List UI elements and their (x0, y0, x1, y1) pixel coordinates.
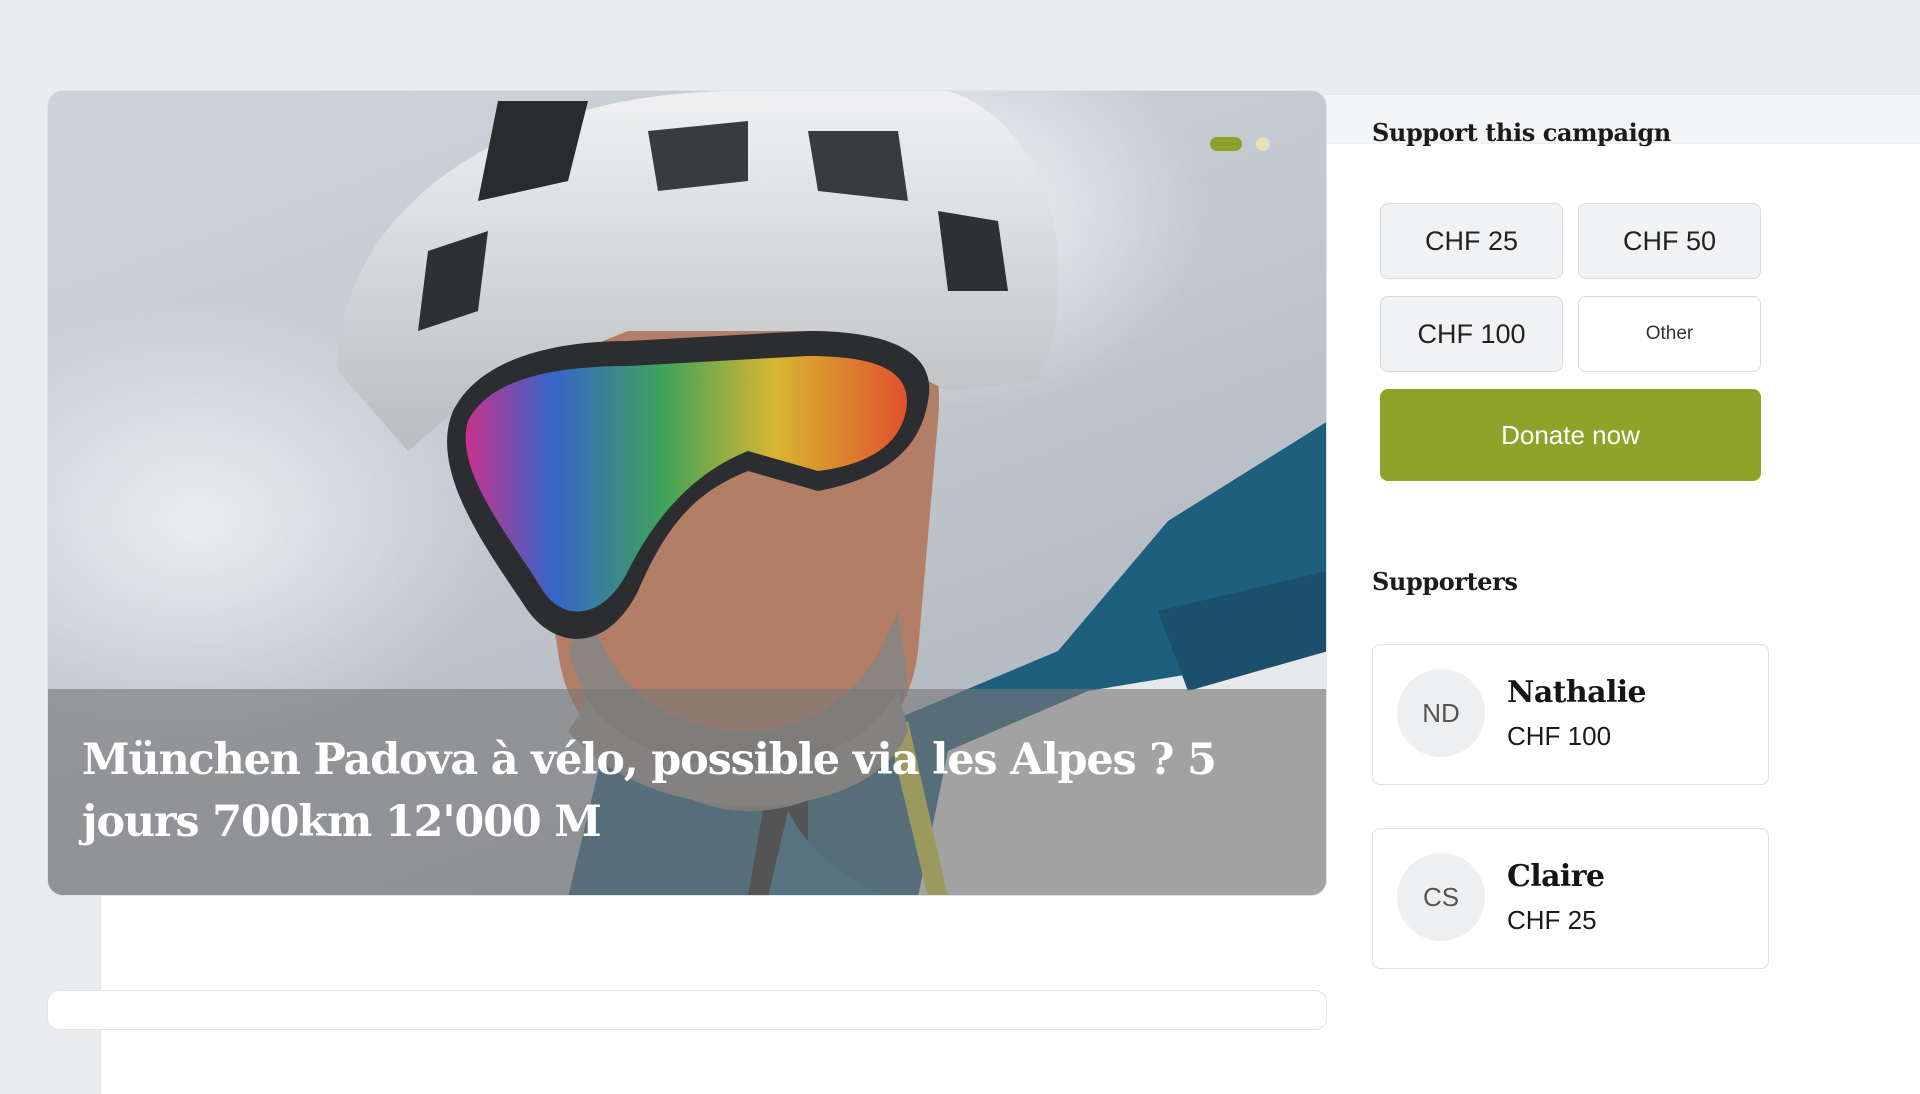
donate-now-button[interactable]: Donate now (1380, 389, 1761, 481)
campaign-title-overlay: München Padova à vélo, possible via les … (48, 689, 1326, 895)
supporter-card: CS Claire CHF 25 (1372, 828, 1769, 969)
carousel-dot-active[interactable] (1210, 137, 1242, 151)
avatar: ND (1397, 669, 1485, 757)
amount-chf-25-button[interactable]: CHF 25 (1380, 203, 1563, 279)
avatar: CS (1397, 853, 1485, 941)
supporter-amount: CHF 25 (1507, 905, 1597, 935)
campaign-title: München Padova à vélo, possible via les … (82, 735, 1217, 847)
supporter-card: ND Nathalie CHF 100 (1372, 644, 1769, 785)
content-card (47, 990, 1327, 1030)
support-title: Support this campaign (1372, 118, 1671, 147)
amount-chf-50-button[interactable]: CHF 50 (1578, 203, 1761, 279)
amount-other-button[interactable]: Other (1578, 296, 1761, 372)
supporter-amount: CHF 100 (1507, 721, 1612, 751)
supporter-name: Nathalie (1507, 675, 1647, 710)
amount-chf-100-button[interactable]: CHF 100 (1380, 296, 1563, 372)
carousel-dot[interactable] (1256, 137, 1270, 151)
campaign-hero-image[interactable]: München Padova à vélo, possible via les … (47, 90, 1327, 896)
supporters-title: Supporters (1372, 567, 1518, 596)
carousel-indicator[interactable] (1210, 137, 1270, 151)
supporter-name: Claire (1507, 859, 1605, 894)
